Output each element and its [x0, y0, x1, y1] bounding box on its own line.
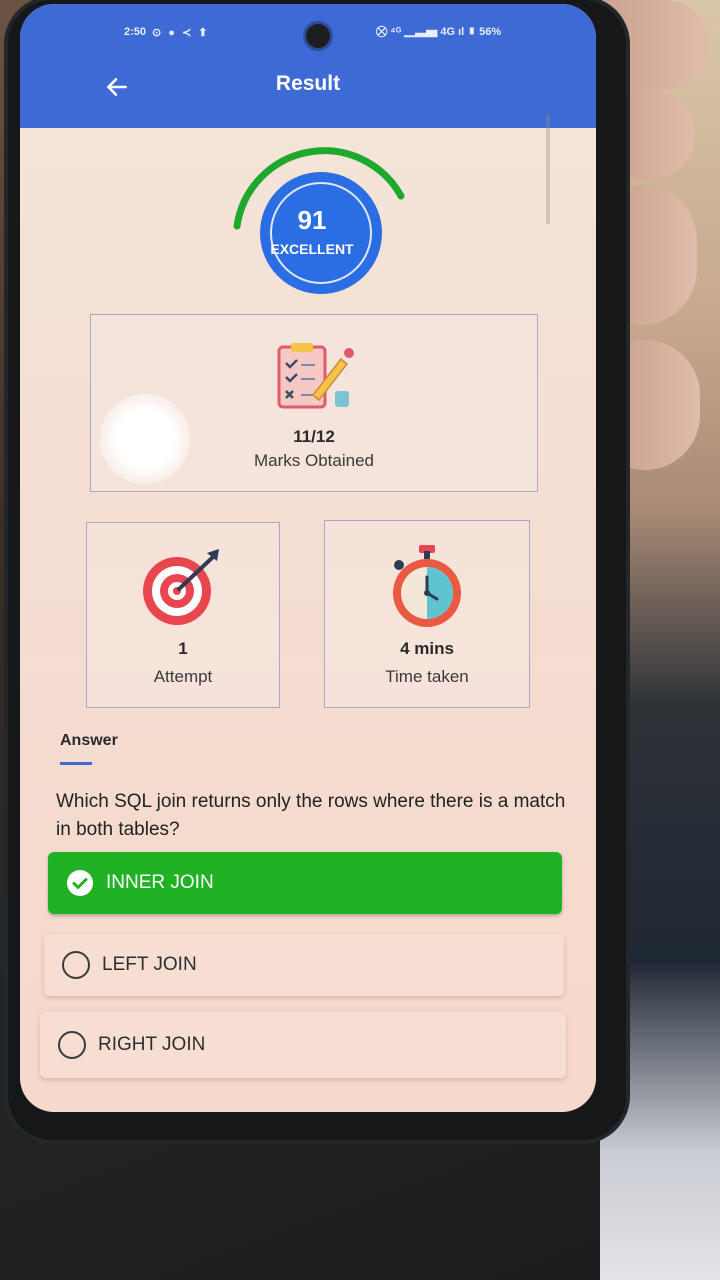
option-label: INNER JOIN — [106, 872, 214, 893]
time-value: 4 mins — [400, 639, 454, 658]
status-time: 2:50 — [124, 26, 147, 38]
status-notification-icons: ⊙ ● ≺ ⬆ — [152, 27, 210, 39]
score-circle: 91 EXCELLENT — [260, 172, 382, 294]
option-correct[interactable]: INNER JOIN — [48, 852, 562, 914]
phone-screen: 2:50 ⊙ ● ≺ ⬆ ⛒ ⁴ᴳ ▁▃▅ 4G ıl ▮ 56% Result… — [20, 4, 596, 1112]
check-circle-icon — [67, 870, 93, 896]
clipboard-checklist-icon — [277, 343, 354, 409]
radio-unchecked-icon — [62, 951, 90, 979]
answer-underline — [60, 762, 92, 765]
question-text: Which SQL join returns only the rows whe… — [56, 791, 566, 840]
time-label: Time taken — [385, 667, 469, 686]
option-label: LEFT JOIN — [102, 954, 197, 975]
answer-heading: Answer — [60, 732, 118, 749]
option-item[interactable]: LEFT JOIN — [44, 934, 564, 996]
attempt-card: 1 Attempt — [86, 522, 280, 708]
score-label: EXCELLENT — [270, 241, 354, 257]
option-label: RIGHT JOIN — [98, 1034, 206, 1055]
score-gauge: 91 EXCELLENT — [220, 144, 410, 304]
app-bar: 2:50 ⊙ ● ≺ ⬆ ⛒ ⁴ᴳ ▁▃▅ 4G ıl ▮ 56% Result — [20, 4, 596, 128]
option-item[interactable]: RIGHT JOIN — [40, 1012, 566, 1078]
scroll-indicator — [546, 114, 550, 224]
page-title: Result — [275, 72, 341, 95]
attempt-label: Attempt — [153, 667, 213, 686]
time-card: 4 mins Time taken — [324, 520, 530, 708]
target-dart-icon — [143, 549, 219, 625]
stopwatch-icon — [393, 545, 461, 627]
camera-glare — [100, 394, 190, 484]
front-camera — [306, 24, 330, 48]
phone-frame: 2:50 ⊙ ● ≺ ⬆ ⛒ ⁴ᴳ ▁▃▅ 4G ıl ▮ 56% Result… — [8, 0, 626, 1140]
radio-unchecked-icon — [58, 1031, 86, 1059]
status-system-icons: ⛒ ⁴ᴳ ▁▃▅ 4G ıl ▮ 56% — [376, 26, 502, 38]
attempt-value: 1 — [178, 639, 188, 658]
score-value: 91 — [297, 205, 327, 235]
